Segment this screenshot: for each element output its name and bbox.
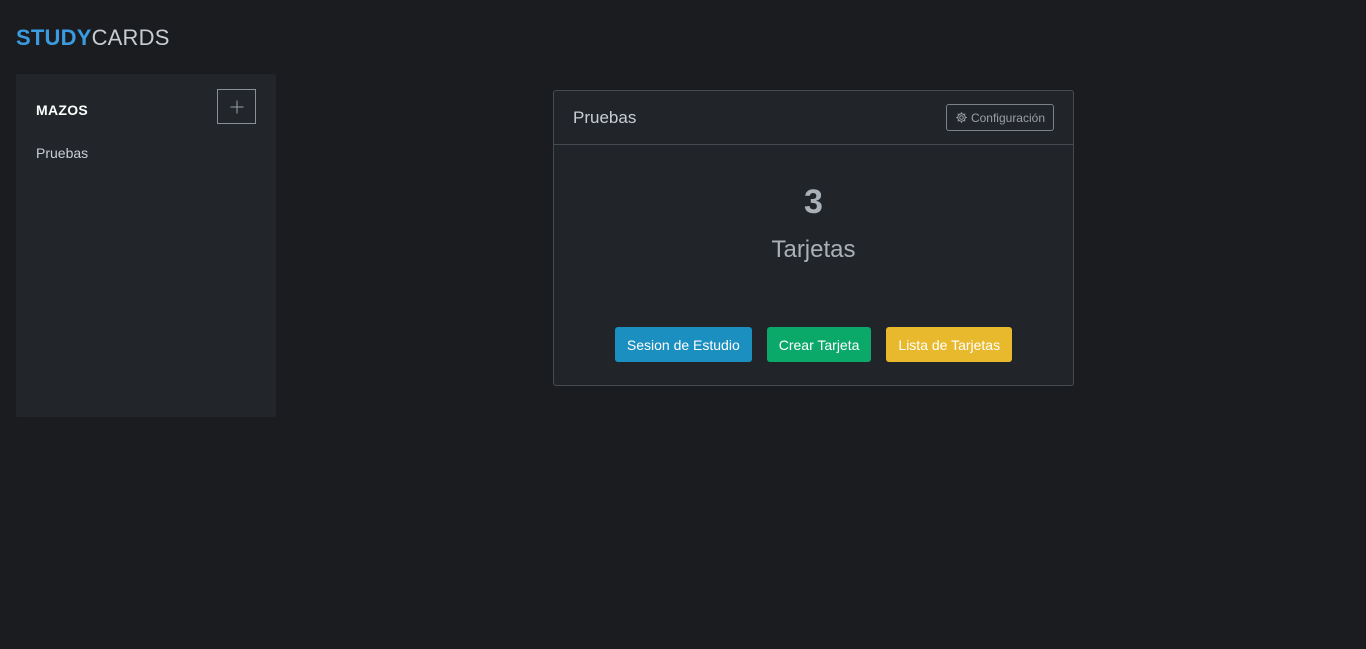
sidebar-title: MAZOS — [36, 102, 89, 118]
plus-icon — [230, 100, 243, 113]
study-session-button[interactable]: Sesion de Estudio — [614, 327, 752, 362]
deck-actions: Sesion de Estudio Crear Tarjeta Lista de… — [554, 327, 1073, 362]
configuration-button[interactable]: Configuración — [945, 104, 1054, 131]
sidebar-item-pruebas[interactable]: Pruebas — [36, 144, 88, 162]
card-list-button[interactable]: Lista de Tarjetas — [886, 327, 1013, 362]
deck-card-header: Pruebas Configuración — [554, 91, 1073, 145]
app-logo[interactable]: STUDYCARDS — [16, 25, 170, 51]
logo-cards-text: CARDS — [91, 25, 170, 50]
card-count: 3 — [804, 183, 823, 221]
configuration-label: Configuración — [970, 110, 1045, 125]
add-deck-button[interactable] — [217, 89, 256, 124]
deck-list: Pruebas — [36, 144, 88, 162]
logo-study-text: STUDY — [16, 25, 92, 50]
decks-sidebar: MAZOS Pruebas — [16, 74, 276, 417]
deck-title: Pruebas — [573, 108, 637, 127]
gear-icon — [956, 112, 967, 123]
deck-card: Pruebas Configuración 3 Tarjetas Sesion … — [553, 90, 1074, 386]
create-card-button[interactable]: Crear Tarjeta — [766, 327, 872, 362]
card-count-label: Tarjetas — [771, 236, 856, 263]
deck-card-body: 3 Tarjetas Sesion de Estudio Crear Tarje… — [554, 145, 1073, 385]
